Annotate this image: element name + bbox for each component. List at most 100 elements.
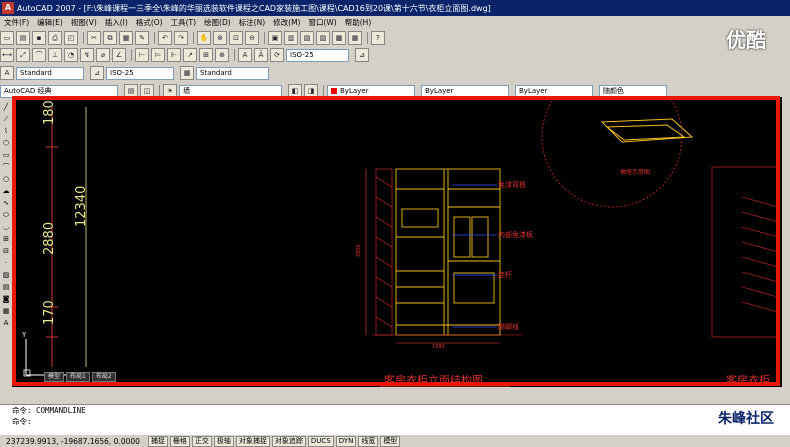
workspace-select[interactable]: AutoCAD 经典 — [0, 84, 118, 98]
menu-item-8[interactable]: 修改(M) — [273, 17, 300, 28]
radius-dim-icon[interactable]: ◔ — [64, 48, 78, 62]
table-style-icon[interactable]: ▦ — [180, 66, 194, 80]
polyline-icon[interactable]: ⌇ — [1, 126, 11, 136]
dim-style-select[interactable]: ISO-25 — [286, 48, 349, 62]
tolerance-icon[interactable]: ⊞ — [199, 48, 213, 62]
dim-update-icon[interactable]: ⟳ — [270, 48, 284, 62]
status-toggle-6[interactable]: DUCS — [307, 435, 334, 447]
workspace-settings-icon[interactable]: ▤ — [124, 84, 138, 98]
rectangle-icon[interactable]: ▭ — [1, 150, 11, 160]
pan-icon[interactable]: ✋ — [197, 31, 211, 45]
zoom-realtime-icon[interactable]: ⊕ — [213, 31, 227, 45]
layout-tab-0[interactable]: 模型 — [44, 372, 65, 382]
mtext-icon[interactable]: A — [1, 318, 11, 328]
arc-icon[interactable]: ⌒ — [1, 162, 11, 172]
ellipse-arc-icon[interactable]: ◡ — [1, 222, 11, 232]
copy-icon[interactable]: ⧉ — [103, 31, 117, 45]
gradient-icon[interactable]: ▤ — [1, 282, 11, 292]
spline-icon[interactable]: ∿ — [1, 198, 11, 208]
polygon-icon[interactable]: ⬡ — [1, 138, 11, 148]
baseline-dim-icon[interactable]: ⊨ — [151, 48, 165, 62]
layer-previous-icon[interactable]: ◨ — [304, 84, 318, 98]
open-file-icon[interactable]: ▤ — [16, 31, 30, 45]
status-toggle-2[interactable]: 正交 — [191, 435, 212, 447]
lineweight-select[interactable]: ByLayer — [515, 84, 593, 98]
markup-icon[interactable]: ▩ — [332, 31, 346, 45]
menu-item-6[interactable]: 绘图(D) — [204, 17, 231, 28]
center-mark-icon[interactable]: ⊕ — [215, 48, 229, 62]
dim-edit-icon[interactable]: A — [238, 48, 252, 62]
status-toggle-3[interactable]: 极轴 — [213, 435, 234, 447]
status-toggle-1[interactable]: 栅格 — [169, 435, 190, 447]
menu-item-9[interactable]: 窗口(W) — [308, 17, 336, 28]
layer-select[interactable]: 墙 — [179, 84, 282, 98]
menu-item-0[interactable]: 文件(F) — [4, 17, 29, 28]
make-current-icon[interactable]: ◧ — [288, 84, 302, 98]
color-select[interactable]: ByLayer — [327, 84, 415, 98]
undo-icon[interactable]: ↶ — [158, 31, 172, 45]
dim-style-select-2[interactable]: ISO-25 — [106, 66, 174, 80]
status-toggle-8[interactable]: 线宽 — [358, 435, 379, 447]
menu-item-1[interactable]: 编辑(E) — [37, 17, 63, 28]
print-icon[interactable]: ⎙ — [48, 31, 62, 45]
new-file-icon[interactable]: ▭ — [0, 31, 14, 45]
hatch-icon[interactable]: ▨ — [1, 270, 11, 280]
line-icon[interactable]: ╱ — [1, 102, 11, 112]
preview-icon[interactable]: ◰ — [64, 31, 78, 45]
dim-style-manager-icon[interactable]: ⊿ — [355, 48, 369, 62]
menu-item-10[interactable]: 帮助(H) — [345, 17, 372, 28]
layout-tab-2[interactable]: 布局2 — [91, 372, 116, 382]
autocad-app-icon[interactable]: A — [2, 2, 14, 14]
paste-icon[interactable]: ▦ — [119, 31, 133, 45]
text-style-select[interactable]: Standard — [16, 66, 84, 80]
zoom-window-icon[interactable]: ⊡ — [229, 31, 243, 45]
layer-manager-icon[interactable]: ◫ — [140, 84, 154, 98]
sheet-set-icon[interactable]: ▨ — [316, 31, 330, 45]
status-toggle-0[interactable]: 捕捉 — [147, 435, 168, 447]
make-block-icon[interactable]: ⊟ — [1, 246, 11, 256]
properties-icon[interactable]: ▣ — [268, 31, 282, 45]
table-style-select[interactable]: Standard — [196, 66, 269, 80]
menu-item-5[interactable]: 工具(T) — [171, 17, 196, 28]
layout-tab-1[interactable]: 布局1 — [66, 372, 90, 382]
construction-line-icon[interactable]: ⟋ — [1, 114, 11, 124]
status-toggle-9[interactable]: 模型 — [380, 435, 401, 447]
circle-icon[interactable]: ○ — [1, 174, 11, 184]
status-toggle-7[interactable]: DYN — [335, 435, 357, 447]
menu-item-3[interactable]: 插入(I) — [105, 17, 128, 28]
command-prompt[interactable]: 命令: — [0, 416, 790, 427]
quick-dim-icon[interactable]: ⊢ — [135, 48, 149, 62]
help-icon[interactable]: ? — [371, 31, 385, 45]
save-icon[interactable]: ▪ — [32, 31, 46, 45]
aligned-dim-icon[interactable]: ⤢ — [16, 48, 30, 62]
insert-block-icon[interactable]: ⊞ — [1, 234, 11, 244]
redo-icon[interactable]: ↷ — [174, 31, 188, 45]
linear-dim-icon[interactable]: ⟷ — [0, 48, 14, 62]
design-center-icon[interactable]: ▥ — [284, 31, 298, 45]
calculator-icon[interactable]: ▦ — [348, 31, 362, 45]
menu-item-4[interactable]: 格式(O) — [136, 17, 163, 28]
status-toggle-4[interactable]: 对象捕捉 — [235, 435, 270, 447]
continue-dim-icon[interactable]: ⊩ — [167, 48, 181, 62]
dim-style-icon[interactable]: ⊿ — [90, 66, 104, 80]
diameter-dim-icon[interactable]: ⌀ — [96, 48, 110, 62]
angular-dim-icon[interactable]: ∠ — [112, 48, 126, 62]
drawing-canvas[interactable]: Y X — [12, 97, 782, 387]
plotstyle-select[interactable]: 随颜色 — [599, 84, 667, 98]
leader-icon[interactable]: ↗ — [183, 48, 197, 62]
layer-on-icon[interactable]: ☀ — [163, 84, 177, 98]
ordinate-dim-icon[interactable]: ⊥ — [48, 48, 62, 62]
point-icon[interactable]: · — [1, 258, 11, 268]
arc-length-icon[interactable]: ⌒ — [32, 48, 46, 62]
ellipse-icon[interactable]: ⬭ — [1, 210, 11, 220]
menu-item-2[interactable]: 视图(V) — [71, 17, 97, 28]
text-style-icon[interactable]: A — [0, 66, 14, 80]
status-toggle-5[interactable]: 对象追踪 — [271, 435, 306, 447]
linetype-select[interactable]: ByLayer — [421, 84, 509, 98]
zoom-previous-icon[interactable]: ⊖ — [245, 31, 259, 45]
cut-icon[interactable]: ✂ — [87, 31, 101, 45]
command-window[interactable]: 命令: COMMANDLINE 命令: — [0, 404, 790, 435]
table-icon[interactable]: ▦ — [1, 306, 11, 316]
jogged-dim-icon[interactable]: ↯ — [80, 48, 94, 62]
dim-text-edit-icon[interactable]: Ā — [254, 48, 268, 62]
